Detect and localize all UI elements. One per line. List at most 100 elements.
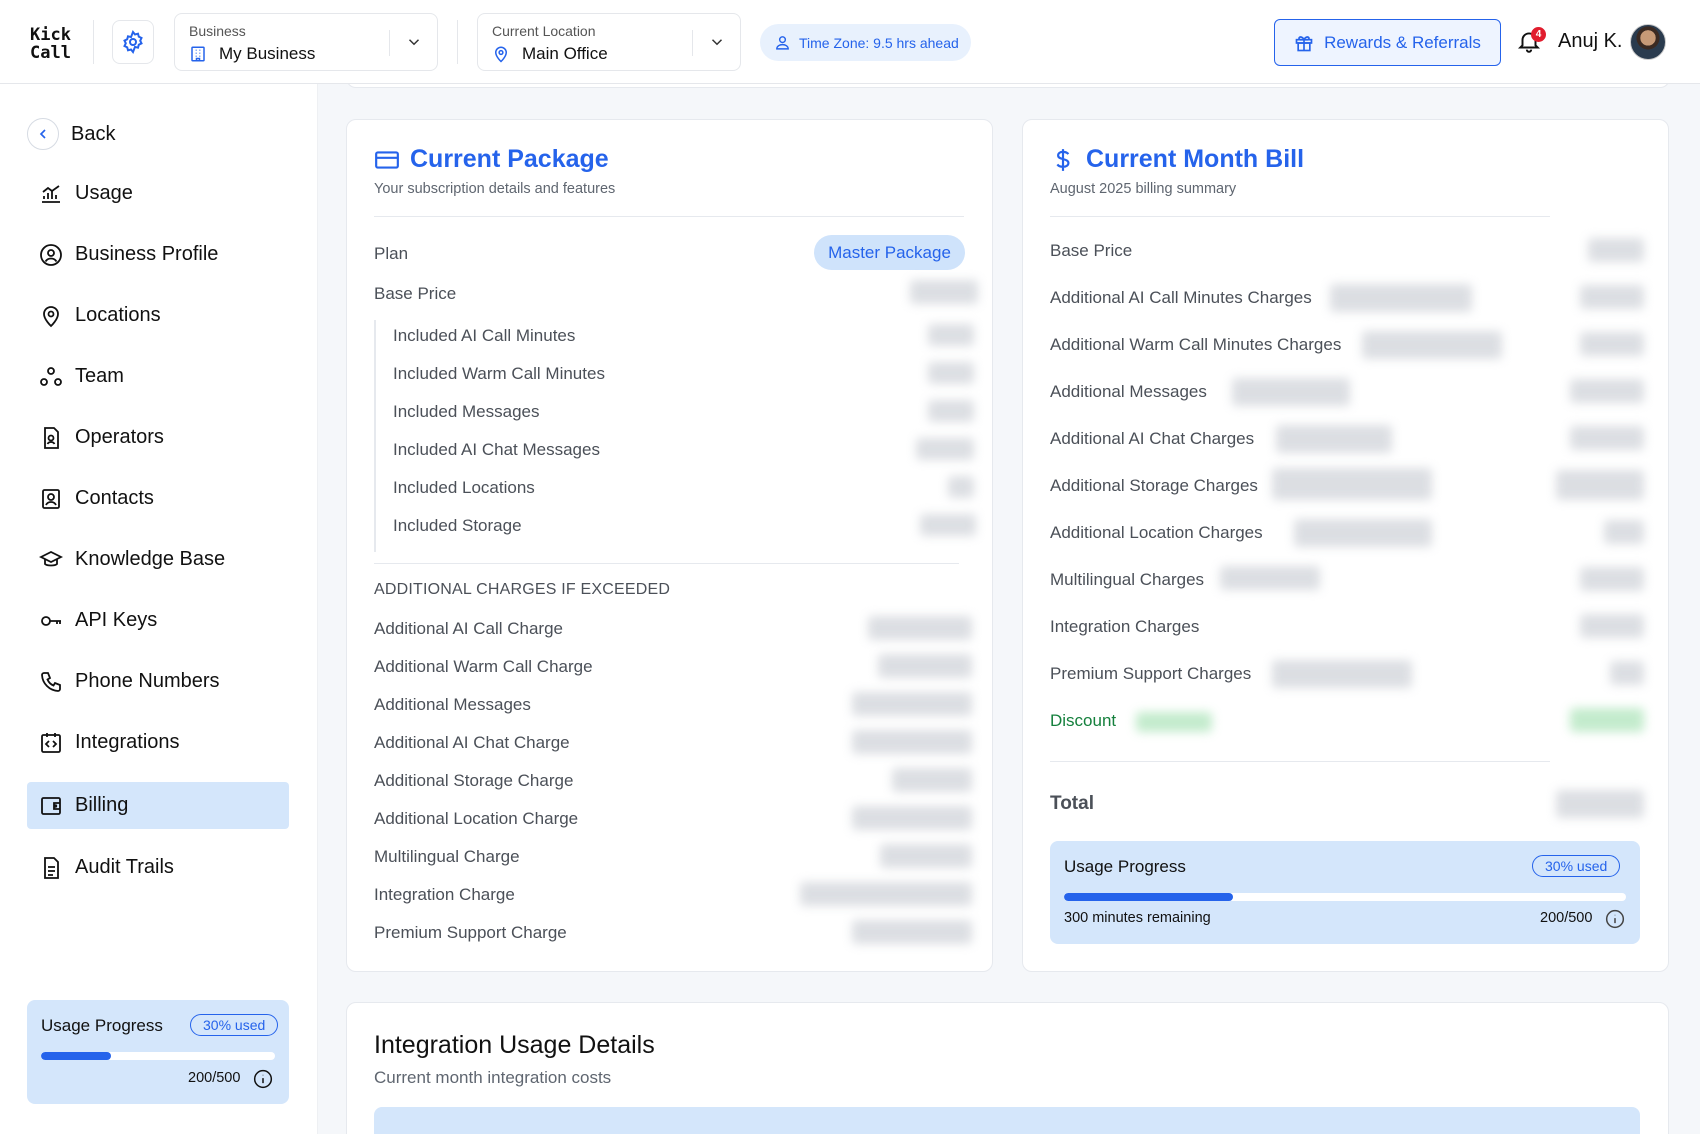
redacted-amount	[1604, 520, 1644, 544]
sidebar-item-label: Business Profile	[75, 243, 219, 265]
redacted-value	[878, 654, 972, 678]
redacted-value	[916, 438, 974, 460]
redacted-value	[910, 280, 978, 304]
notification-badge: 4	[1531, 27, 1546, 42]
user-name[interactable]: Anuj K.	[1558, 30, 1622, 53]
usage-percent-badge: 30% used	[1532, 855, 1621, 877]
phone-icon	[41, 671, 61, 692]
sidebar-item-label: Integrations	[75, 731, 180, 753]
redacted-amount	[1580, 614, 1644, 638]
redacted-discount-amount	[1570, 708, 1644, 732]
redacted-detail	[1272, 660, 1412, 688]
usage-progress-track	[1064, 893, 1626, 901]
back-button[interactable]: Back	[27, 118, 115, 150]
current-month-bill-title: Current Month Bill	[1050, 145, 1304, 174]
previous-card-edge	[346, 84, 1670, 88]
gear-icon	[123, 30, 143, 54]
additional-charge-item: Additional AI Chat Charge	[374, 733, 570, 752]
user-circle-icon	[40, 243, 62, 266]
sidebar-item-audit-trails[interactable]: Audit Trails	[27, 844, 289, 891]
rewards-referrals-button[interactable]: Rewards & Referrals	[1274, 19, 1501, 66]
divider	[374, 216, 964, 217]
redacted-value	[920, 514, 976, 536]
location-selector-label: Current Location	[492, 23, 596, 39]
back-label: Back	[71, 122, 116, 145]
integration-usage-table-header	[374, 1107, 1640, 1134]
gift-icon	[1295, 35, 1313, 51]
redacted-value	[928, 362, 974, 384]
usage-percent-badge: 30% used	[190, 1014, 279, 1036]
current-package-title: Current Package	[374, 145, 609, 174]
usage-progress-track	[41, 1052, 275, 1060]
bill-row-label: Additional AI Chat Charges	[1050, 429, 1255, 448]
included-item: Included Storage	[393, 516, 522, 535]
integration-usage-subtitle: Current month integration costs	[374, 1068, 612, 1087]
current-package-title-text: Current Package	[410, 145, 609, 173]
sidebar-item-business-profile[interactable]: Business Profile	[27, 231, 289, 278]
integration-usage-title: Integration Usage Details	[374, 1031, 655, 1059]
minutes-remaining: 300 minutes remaining	[1064, 910, 1211, 926]
usage-count: 200/500	[1540, 910, 1593, 926]
redacted-value	[928, 400, 974, 422]
additional-charge-item: Integration Charge	[374, 885, 515, 904]
additional-charges-heading: ADDITIONAL CHARGES IF EXCEEDED	[374, 581, 671, 598]
included-item: Included AI Chat Messages	[393, 440, 600, 459]
chevron-left-icon	[39, 129, 46, 139]
info-icon[interactable]	[253, 1069, 273, 1089]
code-box-icon	[41, 732, 61, 753]
redacted-detail	[1294, 519, 1432, 547]
usage-progress-title: Usage Progress	[1064, 857, 1186, 876]
redacted-total	[1556, 790, 1644, 818]
redacted-value	[948, 476, 974, 498]
settings-button[interactable]	[112, 20, 154, 64]
current-month-bill-title-text: Current Month Bill	[1086, 145, 1305, 173]
redacted-amount	[1580, 332, 1644, 356]
team-icon	[40, 366, 62, 386]
redacted-value	[868, 616, 972, 640]
key-icon	[41, 615, 61, 626]
additional-charge-item: Additional AI Call Charge	[374, 619, 564, 638]
sidebar-item-locations[interactable]: Locations	[27, 292, 289, 339]
bill-row-label: Integration Charges	[1050, 617, 1200, 636]
discount-label: Discount	[1050, 711, 1117, 730]
plan-label: Plan	[374, 244, 409, 263]
usage-progress-fill	[1064, 893, 1233, 901]
logo-line-2: Call	[30, 43, 71, 63]
sidebar-item-usage[interactable]: Usage	[27, 170, 289, 217]
usage-progress-fill	[41, 1052, 112, 1060]
bill-row-label: Additional AI Call Minutes Charges	[1050, 288, 1312, 307]
kickcall-logo[interactable]: Kick Call	[30, 26, 71, 62]
business-selector[interactable]: Business My Business	[174, 13, 438, 71]
sidebar-item-label: Billing	[75, 794, 129, 816]
chevron-down-icon	[408, 39, 420, 46]
sidebar-item-api-keys[interactable]: API Keys	[27, 597, 289, 644]
included-indent-bar	[374, 320, 376, 552]
redacted-detail	[1220, 566, 1320, 590]
sidebar-usage-card: Usage Progress 30% used 200/500	[27, 1000, 289, 1104]
sidebar-item-integrations[interactable]: Integrations	[27, 719, 289, 766]
business-selector-label: Business	[189, 23, 246, 39]
file-text-icon	[44, 856, 59, 879]
sidebar-item-operators[interactable]: Operators	[27, 414, 289, 461]
avatar[interactable]	[1630, 24, 1666, 60]
map-pin-icon	[43, 305, 59, 327]
redacted-amount	[1570, 379, 1644, 403]
location-selector[interactable]: Current Location Main Office	[477, 13, 741, 71]
redacted-value	[852, 692, 972, 716]
sidebar-item-contacts[interactable]: Contacts	[27, 475, 289, 522]
divider	[1050, 761, 1550, 762]
sidebar-item-billing[interactable]: Billing	[27, 782, 289, 829]
divider	[1050, 216, 1550, 217]
additional-charge-item: Premium Support Charge	[374, 923, 567, 942]
sidebar-item-knowledge-base[interactable]: Knowledge Base	[27, 536, 289, 583]
info-icon[interactable]	[1605, 909, 1625, 929]
redacted-amount	[1588, 238, 1644, 262]
sidebar-item-phone-numbers[interactable]: Phone Numbers	[27, 658, 289, 705]
redacted-amount	[1580, 567, 1644, 591]
redacted-value	[880, 844, 972, 868]
sidebar-item-label: API Keys	[75, 609, 158, 631]
sidebar-item-team[interactable]: Team	[27, 353, 289, 400]
current-package-subtitle: Your subscription details and features	[374, 181, 616, 197]
bill-row-label: Additional Storage Charges	[1050, 476, 1258, 495]
plan-badge: Master Package	[814, 235, 965, 270]
